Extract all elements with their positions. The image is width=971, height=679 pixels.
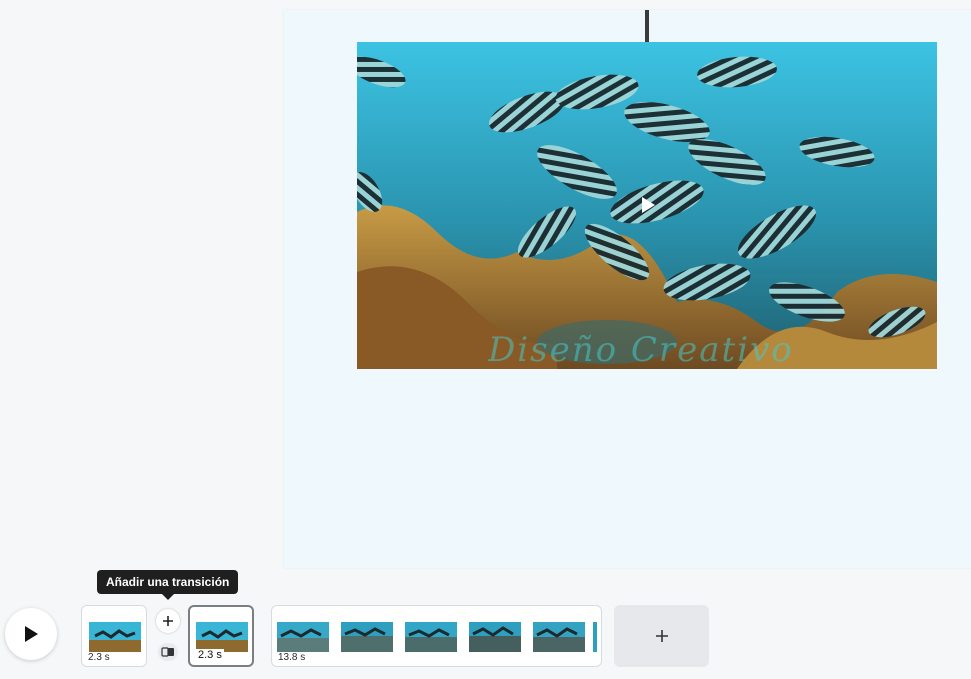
- timeline-clip[interactable]: 2.3 s: [81, 605, 147, 667]
- tooltip-arrow: [162, 594, 174, 600]
- clip-duration: 2.3 s: [88, 652, 110, 663]
- transition-toggle[interactable]: [158, 643, 178, 661]
- play-icon: [642, 197, 655, 213]
- timeline-play-button[interactable]: [5, 608, 57, 660]
- video-play-button[interactable]: [628, 187, 668, 223]
- clip-duration: 2.3 s: [196, 649, 224, 661]
- watermark-text: Diseño Creativo: [488, 330, 794, 370]
- add-page-button[interactable]: [614, 605, 709, 667]
- clip-thumbnail: [89, 622, 141, 652]
- transition-tooltip: Añadir una transición: [97, 570, 239, 594]
- clip-duration: 13.8 s: [278, 652, 306, 663]
- plus-icon: [163, 616, 173, 626]
- timeline-clip-selected[interactable]: 2.3 s: [188, 605, 254, 667]
- timeline-clip[interactable]: 13.8 s: [271, 605, 602, 667]
- play-icon: [25, 626, 38, 642]
- clip-thumbnail-strip: [277, 622, 597, 652]
- plus-icon: [655, 630, 668, 642]
- add-transition-button[interactable]: [156, 609, 180, 633]
- transition-icon: [161, 647, 174, 657]
- clip-thumbnail: [196, 622, 248, 652]
- decoration-line: [645, 10, 649, 42]
